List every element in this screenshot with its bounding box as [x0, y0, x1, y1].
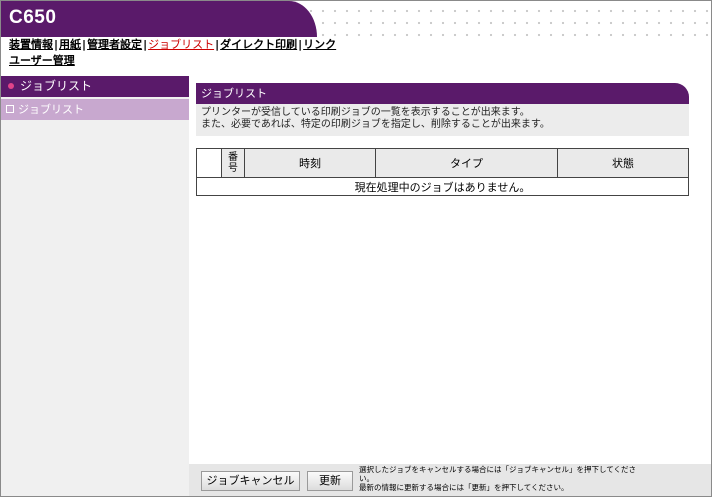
top-nav-row2: ユーザー管理 [9, 52, 75, 68]
column-header-status: 状態 [557, 148, 689, 178]
column-header-label: 番号 [228, 152, 238, 174]
main-content: ジョブリスト プリンターが受信している印刷ジョブの一覧を表示することが出来ます。… [189, 69, 711, 464]
square-bullet-icon [6, 105, 14, 113]
nav-paper[interactable]: 用紙 [59, 38, 81, 51]
nav-admin-settings[interactable]: 管理者設定 [87, 38, 142, 51]
hint-line: い。 [359, 474, 374, 483]
header-dot-pattern [301, 1, 711, 45]
hint-line: 選択したジョブをキャンセルする場合には「ジョブキャンセル」を押下してくださ [359, 465, 637, 474]
nav-links[interactable]: リンク [303, 38, 336, 51]
model-name: C650 [9, 7, 57, 28]
table-row: 現在処理中のジョブはありません。 [196, 177, 689, 196]
section-description: プリンターが受信している印刷ジョブの一覧を表示することが出来ます。 また、必要で… [196, 104, 689, 136]
nav-separator: | [82, 38, 87, 51]
column-header-number: 番号 [221, 148, 245, 178]
bullet-dot-icon [8, 82, 14, 89]
nav-separator: | [143, 38, 148, 51]
nav-user-management[interactable]: ユーザー管理 [9, 54, 75, 67]
footer-bar: ジョブキャンセル 更新 選択したジョブをキャンセルする場合には「ジョブキャンセル… [189, 464, 711, 496]
nav-separator: | [54, 38, 59, 51]
column-header-type: タイプ [375, 148, 558, 178]
select-column-header [196, 148, 222, 178]
header: C650 装置情報|用紙|管理者設定|ジョブリスト|ダイレクト印刷|リンク ユー… [1, 1, 711, 69]
printer-web-ui: C650 装置情報|用紙|管理者設定|ジョブリスト|ダイレクト印刷|リンク ユー… [0, 0, 712, 497]
description-line: プリンターが受信している印刷ジョブの一覧を表示することが出来ます。 [201, 107, 530, 118]
refresh-button[interactable]: 更新 [307, 471, 353, 491]
table-header-row: 番号 時刻 タイプ 状態 [196, 148, 689, 178]
sidebar-heading: ジョブリスト [1, 76, 189, 97]
description-line: また、必要であれば、特定の印刷ジョブを指定し、削除することが出来ます。 [201, 119, 550, 130]
footer-hint: 選択したジョブをキャンセルする場合には「ジョブキャンセル」を押下してくださ い。… [359, 465, 709, 492]
empty-message: 現在処理中のジョブはありません。 [196, 177, 689, 196]
nav-separator: | [298, 38, 303, 51]
hint-line: 最新の情報に更新する場合には「更新」を押下してください。 [359, 483, 569, 492]
nav-job-list[interactable]: ジョブリスト [148, 38, 214, 51]
sidebar-item-label: ジョブリスト [18, 103, 84, 116]
job-cancel-button[interactable]: ジョブキャンセル [201, 471, 300, 491]
sidebar: ジョブリスト ジョブリスト [1, 76, 189, 496]
column-header-time: 時刻 [244, 148, 376, 178]
header-banner: C650 [1, 1, 317, 37]
section-title: ジョブリスト [196, 83, 689, 104]
job-table: 番号 時刻 タイプ 状態 現在処理中のジョブはありません。 [196, 148, 689, 196]
sidebar-item-job-list[interactable]: ジョブリスト [1, 99, 189, 120]
sidebar-heading-label: ジョブリスト [20, 79, 93, 93]
top-nav: 装置情報|用紙|管理者設定|ジョブリスト|ダイレクト印刷|リンク [9, 38, 336, 52]
nav-direct-print[interactable]: ダイレクト印刷 [220, 38, 297, 51]
nav-device-info[interactable]: 装置情報 [9, 38, 53, 51]
nav-separator: | [215, 38, 220, 51]
